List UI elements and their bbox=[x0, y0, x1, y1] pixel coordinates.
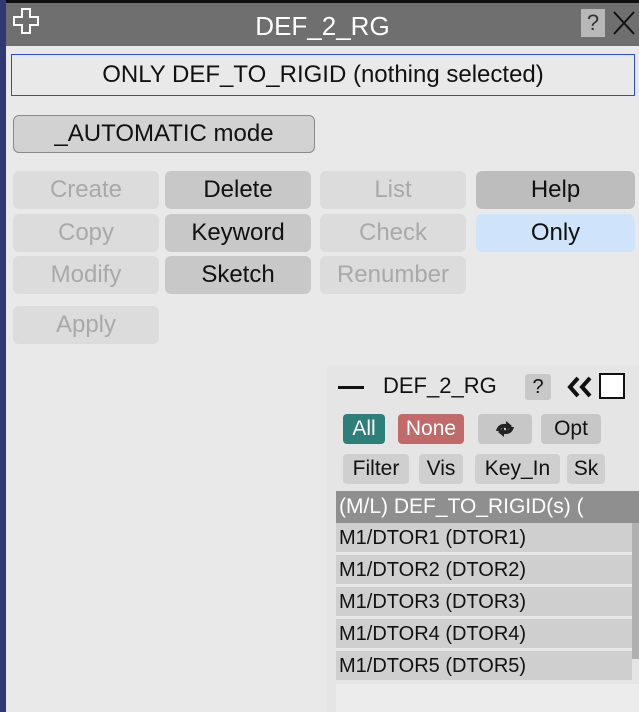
double-chevron-left-icon[interactable] bbox=[564, 374, 598, 400]
automatic-mode-button[interactable]: _AUTOMATIC mode bbox=[13, 115, 315, 153]
check-button[interactable]: Check bbox=[320, 214, 466, 252]
invert-selection-button[interactable] bbox=[478, 414, 532, 444]
help-button[interactable]: Help bbox=[476, 171, 635, 209]
create-button[interactable]: Create bbox=[13, 171, 159, 209]
selection-panel-title: DEF_2_RG bbox=[383, 373, 497, 398]
selection-panel-help-button[interactable]: ? bbox=[525, 374, 551, 400]
window-titlebar[interactable]: DEF_2_RG ? bbox=[6, 0, 639, 46]
maximize-icon[interactable] bbox=[599, 373, 625, 399]
renumber-button[interactable]: Renumber bbox=[320, 256, 466, 294]
selection-panel: DEF_2_RG ? All None Opt Filter Vis Key_I… bbox=[327, 366, 639, 712]
key-in-button[interactable]: Key_In bbox=[475, 454, 560, 484]
list-item[interactable]: M1/DTOR2 (DTOR2) bbox=[336, 555, 632, 586]
list-scrollbar[interactable] bbox=[632, 523, 639, 659]
selection-panel-titlebar: DEF_2_RG ? bbox=[327, 366, 639, 406]
sketch-select-button[interactable]: Sk bbox=[567, 454, 605, 484]
list-empty-area bbox=[336, 684, 639, 712]
select-none-button[interactable]: None bbox=[398, 414, 464, 444]
list-item[interactable]: M1/DTOR4 (DTOR4) bbox=[336, 619, 632, 650]
keyword-button[interactable]: Keyword bbox=[165, 214, 311, 252]
options-button[interactable]: Opt bbox=[541, 414, 601, 444]
visible-button[interactable]: Vis bbox=[419, 454, 463, 484]
list-button[interactable]: List bbox=[320, 171, 466, 209]
status-message: ONLY DEF_TO_RIGID (nothing selected) bbox=[11, 54, 635, 96]
copy-button[interactable]: Copy bbox=[13, 214, 159, 252]
filter-button[interactable]: Filter bbox=[343, 454, 409, 484]
close-icon[interactable] bbox=[610, 8, 638, 38]
sketch-button[interactable]: Sketch bbox=[165, 256, 311, 294]
window-help-button[interactable]: ? bbox=[581, 9, 605, 37]
list-item[interactable]: M1/DTOR5 (DTOR5) bbox=[336, 651, 632, 682]
window-title: DEF_2_RG bbox=[255, 11, 390, 41]
minimize-icon[interactable] bbox=[338, 386, 364, 389]
apply-button[interactable]: Apply bbox=[13, 306, 159, 344]
only-button[interactable]: Only bbox=[476, 214, 635, 252]
list-header[interactable]: (M/L) DEF_TO_RIGID(s) ( bbox=[336, 491, 639, 523]
modify-button[interactable]: Modify bbox=[13, 256, 159, 294]
window-frame-left bbox=[0, 0, 6, 712]
list-item[interactable]: M1/DTOR1 (DTOR1) bbox=[336, 523, 632, 554]
list-item[interactable]: M1/DTOR3 (DTOR3) bbox=[336, 587, 632, 618]
swap-arrows-icon bbox=[496, 421, 514, 437]
delete-button[interactable]: Delete bbox=[165, 171, 311, 209]
select-all-button[interactable]: All bbox=[343, 414, 385, 444]
